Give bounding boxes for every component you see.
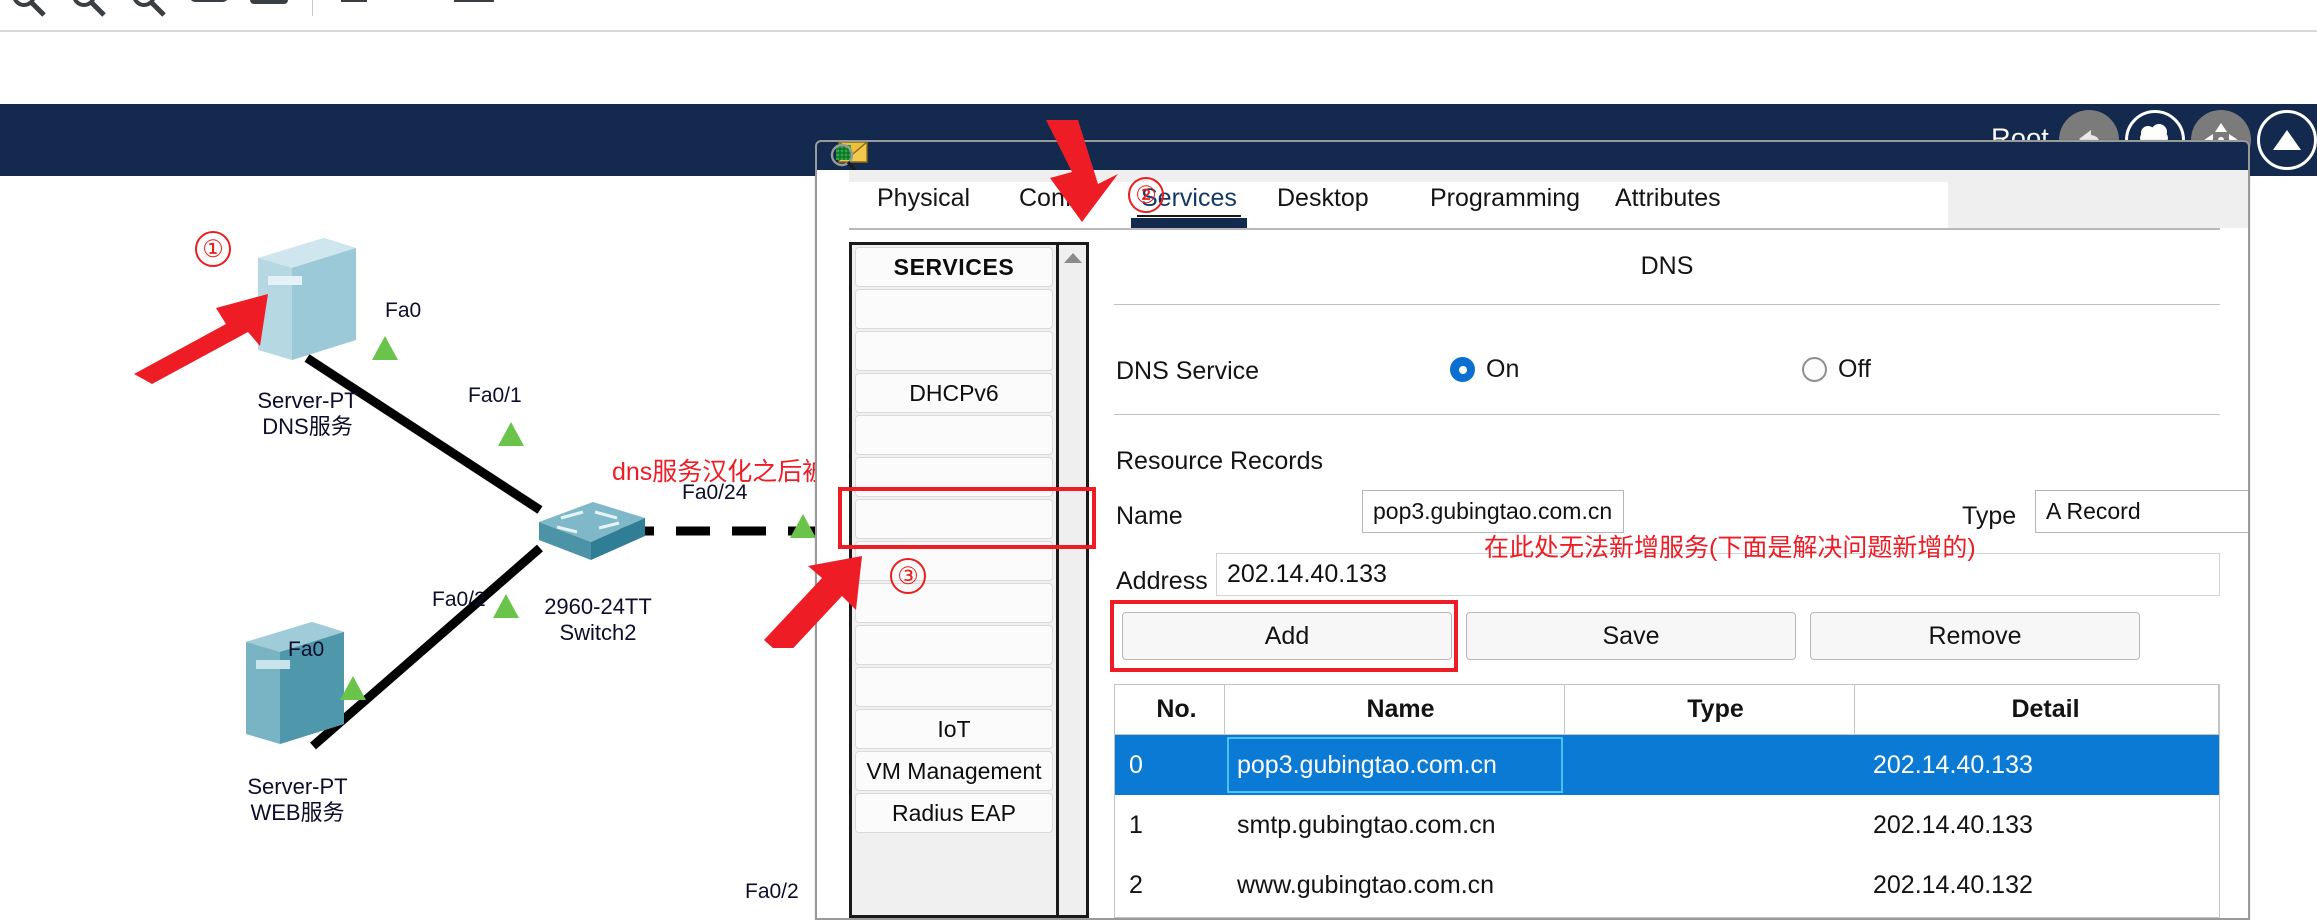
cell-detail: 202.14.40.133 bbox=[1873, 810, 2033, 839]
annotation-arrow-3 bbox=[764, 556, 862, 648]
dns-off-label: Off bbox=[1838, 355, 1871, 383]
cell-type bbox=[1565, 735, 1855, 795]
resource-records-label: Resource Records bbox=[1116, 447, 1324, 475]
marker-2: ② bbox=[1128, 177, 1164, 213]
tab-attributes[interactable]: Attributes bbox=[1611, 184, 1725, 213]
divider-mid bbox=[1114, 414, 2220, 415]
table-header-row: No. Name Type Detail bbox=[1115, 685, 2219, 735]
type-select[interactable]: A Record bbox=[2035, 490, 2248, 533]
services-item-dhcpv6[interactable]: DHCPv6 bbox=[855, 373, 1053, 413]
services-item-0[interactable] bbox=[855, 289, 1053, 329]
marker-3: ③ bbox=[890, 558, 926, 594]
table-row[interactable]: 0 pop3.gubingtao.com.cn 202.14.40.133 bbox=[1115, 735, 2219, 795]
column-header-name: Name bbox=[1225, 685, 1565, 734]
dns-pane-title: DNS bbox=[1640, 252, 1694, 280]
services-list-header: SERVICES bbox=[855, 247, 1053, 287]
services-scrollbar[interactable] bbox=[1056, 245, 1086, 915]
tab-desktop[interactable]: Desktop bbox=[1273, 184, 1373, 213]
annotation-arrow-2 bbox=[1046, 120, 1118, 222]
dns-settings-pane: DNS DNS Service On Off Resource Records … bbox=[1110, 242, 2248, 918]
top-toolbar bbox=[0, 0, 2317, 32]
radio-off-icon[interactable] bbox=[1802, 357, 1827, 382]
resource-records-table[interactable]: No. Name Type Detail 0 pop3.gubingtao.co… bbox=[1114, 684, 2220, 918]
cell-detail: 202.14.40.133 bbox=[1873, 750, 2033, 779]
cell-no: 1 bbox=[1129, 810, 1143, 839]
divider-top bbox=[1114, 304, 2220, 305]
port-label-fa0-web: Fa0 bbox=[288, 638, 325, 661]
dns-service-off-option[interactable]: Off bbox=[1802, 355, 1871, 384]
tabstrip-filler bbox=[1948, 170, 2248, 228]
table-row[interactable]: 1 smtp.gubingtao.com.cn 202.14.40.133 bbox=[1115, 795, 2219, 855]
services-item-iot[interactable]: IoT bbox=[855, 709, 1053, 749]
triangle-icon bbox=[2273, 130, 2301, 150]
add-button-highlight bbox=[1110, 600, 1458, 672]
address-label: Address bbox=[1116, 567, 1208, 595]
port-label-fa0-2: Fa0/2 bbox=[432, 588, 486, 611]
note-icon[interactable] bbox=[248, 0, 292, 22]
cell-name[interactable]: pop3.gubingtao.com.cn bbox=[1225, 735, 1565, 795]
tab-physical[interactable]: Physical bbox=[873, 184, 974, 213]
services-item-vm-management[interactable]: VM Management bbox=[855, 751, 1053, 791]
port-label-fa0-1: Fa0/1 bbox=[468, 384, 522, 407]
type-label: Type bbox=[1962, 502, 2017, 530]
type-select-value: A Record bbox=[2046, 498, 2141, 524]
zoom-in-icon[interactable] bbox=[8, 0, 52, 22]
port-label-fa0-2-bottom: Fa0/2 bbox=[745, 880, 799, 903]
cell-no: 2 bbox=[1129, 870, 1143, 899]
save-button[interactable]: Save bbox=[1466, 612, 1796, 660]
dns-service-label: DNS Service bbox=[1116, 357, 1260, 385]
cannot-add-annotation: 在此处无法新增服务(下面是解决问题新增的) bbox=[1484, 534, 1976, 562]
column-header-detail: Detail bbox=[1855, 685, 2219, 734]
radio-on-icon[interactable] bbox=[1450, 357, 1475, 382]
resize-icon[interactable] bbox=[392, 0, 436, 22]
table-row[interactable]: 2 www.gubingtao.com.cn 202.14.40.132 bbox=[1115, 855, 2219, 915]
cell-detail: 202.14.40.132 bbox=[1873, 870, 2033, 899]
name-input[interactable]: pop3.gubingtao.com.cn bbox=[1362, 490, 1624, 533]
palette-icon[interactable] bbox=[188, 0, 232, 22]
tab-programming[interactable]: Programming bbox=[1426, 184, 1584, 213]
port-label-fa0-dns: Fa0 bbox=[385, 299, 422, 322]
services-item-3[interactable] bbox=[855, 415, 1053, 455]
delete-icon[interactable] bbox=[332, 0, 376, 22]
cell-type bbox=[1565, 855, 1855, 915]
services-item-9[interactable] bbox=[855, 667, 1053, 707]
tab-services-underline bbox=[1137, 215, 1241, 217]
inspect-icon[interactable] bbox=[452, 0, 496, 22]
cell-name[interactable]: www.gubingtao.com.cn bbox=[1225, 855, 1565, 915]
column-header-type: Type bbox=[1565, 685, 1855, 734]
dns-on-label: On bbox=[1486, 355, 1520, 383]
services-item-radius-eap[interactable]: Radius EAP bbox=[855, 793, 1053, 833]
dialog-content-pane: SERVICES DHCPv6 IoT VM Management Radius… bbox=[849, 228, 2248, 918]
column-header-no: No. bbox=[1115, 685, 1225, 734]
cell-no: 0 bbox=[1129, 750, 1143, 779]
cell-type bbox=[1565, 795, 1855, 855]
triangle-button[interactable] bbox=[2257, 110, 2317, 170]
annotation-arrow-1 bbox=[134, 294, 268, 384]
name-label: Name bbox=[1116, 502, 1183, 530]
dns-service-on-option[interactable]: On bbox=[1450, 355, 1519, 384]
remove-button[interactable]: Remove bbox=[1810, 612, 2140, 660]
zoom-out-icon[interactable] bbox=[68, 0, 112, 22]
scroll-up-icon[interactable] bbox=[1063, 253, 1082, 263]
services-item-1[interactable] bbox=[855, 331, 1053, 371]
cell-name[interactable]: smtp.gubingtao.com.cn bbox=[1225, 795, 1565, 855]
zoom-reset-icon[interactable] bbox=[128, 0, 172, 22]
